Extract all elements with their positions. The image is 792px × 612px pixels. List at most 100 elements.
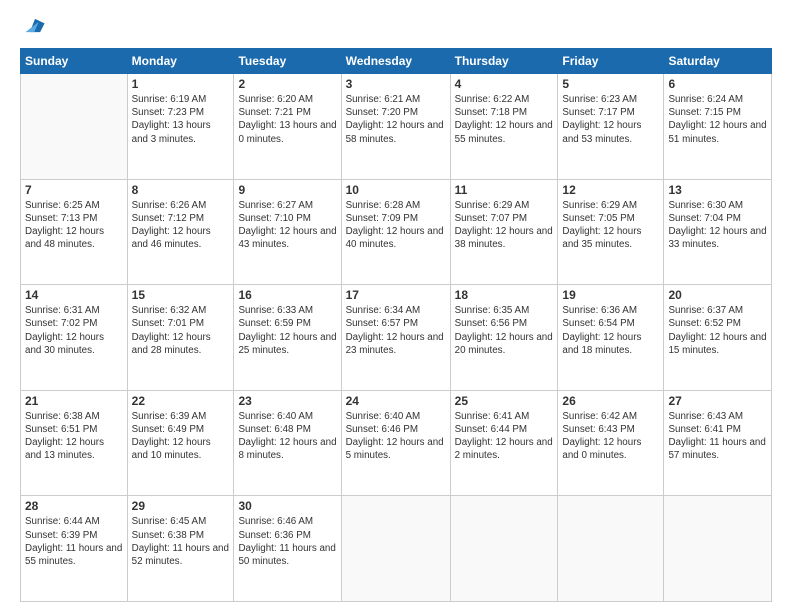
day-number: 1: [132, 77, 230, 91]
day-info: Sunrise: 6:24 AMSunset: 7:15 PMDaylight:…: [668, 93, 767, 146]
day-info: Sunrise: 6:40 AMSunset: 6:48 PMDaylight:…: [238, 410, 336, 463]
day-info: Sunrise: 6:28 AMSunset: 7:09 PMDaylight:…: [346, 199, 446, 252]
page: SundayMondayTuesdayWednesdayThursdayFrid…: [0, 0, 792, 612]
calendar-cell: 20 Sunrise: 6:37 AMSunset: 6:52 PMDayligh…: [664, 285, 772, 391]
calendar-cell: 25Sunrise: 6:41 AMSunset: 6:44 PMDayligh…: [450, 390, 558, 496]
weekday-sunday: Sunday: [21, 49, 128, 74]
weekday-tuesday: Tuesday: [234, 49, 341, 74]
day-info: Sunrise: 6:21 AMSunset: 7:20 PMDaylight:…: [346, 93, 446, 146]
day-number: 16: [238, 288, 336, 302]
day-number: 9: [238, 183, 336, 197]
calendar-cell: 27 Sunrise: 6:43 AMSunset: 6:41 PMDayligh…: [664, 390, 772, 496]
calendar-cell: 14 Sunrise: 6:31 AMSunset: 7:02 PMDayligh…: [21, 285, 128, 391]
day-info: Sunrise: 6:31 AMSunset: 7:02 PMDaylight:…: [25, 304, 123, 357]
day-info: Sunrise: 6:30 AMSunset: 7:04 PMDaylight:…: [668, 199, 767, 252]
day-info: Sunrise: 6:35 AMSunset: 6:56 PMDaylight:…: [455, 304, 554, 357]
day-number: 15: [132, 288, 230, 302]
day-info: Sunrise: 6:29 AMSunset: 7:07 PMDaylight:…: [455, 199, 554, 252]
calendar-week-4: 21 Sunrise: 6:38 AMSunset: 6:51 PMDayligh…: [21, 390, 772, 496]
day-number: 22: [132, 394, 230, 408]
calendar-cell: 2 Sunrise: 6:20 AMSunset: 7:21 PMDaylight…: [234, 74, 341, 180]
calendar-week-5: 28 Sunrise: 6:44 AMSunset: 6:39 PMDayligh…: [21, 496, 772, 602]
calendar-cell: 6 Sunrise: 6:24 AMSunset: 7:15 PMDaylight…: [664, 74, 772, 180]
calendar-cell: [21, 74, 128, 180]
day-info: Sunrise: 6:33 AMSunset: 6:59 PMDaylight:…: [238, 304, 336, 357]
calendar-cell: 11 Sunrise: 6:29 AMSunset: 7:07 PMDayligh…: [450, 179, 558, 285]
calendar-cell: 15Sunrise: 6:32 AMSunset: 7:01 PMDayligh…: [127, 285, 234, 391]
weekday-thursday: Thursday: [450, 49, 558, 74]
calendar-week-1: 1 Sunrise: 6:19 AMSunset: 7:23 PMDaylight…: [21, 74, 772, 180]
day-number: 20: [668, 288, 767, 302]
day-number: 13: [668, 183, 767, 197]
calendar-table: SundayMondayTuesdayWednesdayThursdayFrid…: [20, 48, 772, 602]
logo-icon: [24, 16, 46, 38]
day-info: Sunrise: 6:40 AMSunset: 6:46 PMDaylight:…: [346, 410, 446, 463]
calendar-cell: 26 Sunrise: 6:42 AMSunset: 6:43 PMDayligh…: [558, 390, 664, 496]
calendar-cell: 3 Sunrise: 6:21 AMSunset: 7:20 PMDaylight…: [341, 74, 450, 180]
day-number: 27: [668, 394, 767, 408]
day-info: Sunrise: 6:23 AMSunset: 7:17 PMDaylight:…: [562, 93, 659, 146]
day-info: Sunrise: 6:27 AMSunset: 7:10 PMDaylight:…: [238, 199, 336, 252]
calendar-cell: 24Sunrise: 6:40 AMSunset: 6:46 PMDayligh…: [341, 390, 450, 496]
calendar-cell: [450, 496, 558, 602]
day-number: 7: [25, 183, 123, 197]
calendar-cell: 7 Sunrise: 6:25 AMSunset: 7:13 PMDaylight…: [21, 179, 128, 285]
weekday-saturday: Saturday: [664, 49, 772, 74]
day-number: 5: [562, 77, 659, 91]
day-info: Sunrise: 6:39 AMSunset: 6:49 PMDaylight:…: [132, 410, 230, 463]
weekday-wednesday: Wednesday: [341, 49, 450, 74]
day-number: 14: [25, 288, 123, 302]
day-number: 10: [346, 183, 446, 197]
day-number: 21: [25, 394, 123, 408]
calendar-week-3: 14 Sunrise: 6:31 AMSunset: 7:02 PMDayligh…: [21, 285, 772, 391]
day-info: Sunrise: 6:44 AMSunset: 6:39 PMDaylight:…: [25, 515, 123, 568]
calendar-cell: 4 Sunrise: 6:22 AMSunset: 7:18 PMDaylight…: [450, 74, 558, 180]
calendar-cell: 13 Sunrise: 6:30 AMSunset: 7:04 PMDayligh…: [664, 179, 772, 285]
day-number: 28: [25, 499, 123, 513]
calendar-cell: 1 Sunrise: 6:19 AMSunset: 7:23 PMDaylight…: [127, 74, 234, 180]
day-number: 23: [238, 394, 336, 408]
day-info: Sunrise: 6:45 AMSunset: 6:38 PMDaylight:…: [132, 515, 230, 568]
day-number: 6: [668, 77, 767, 91]
day-info: Sunrise: 6:37 AMSunset: 6:52 PMDaylight:…: [668, 304, 767, 357]
day-info: Sunrise: 6:42 AMSunset: 6:43 PMDaylight:…: [562, 410, 659, 463]
calendar-cell: 5 Sunrise: 6:23 AMSunset: 7:17 PMDaylight…: [558, 74, 664, 180]
header: [20, 18, 772, 38]
calendar-cell: 8 Sunrise: 6:26 AMSunset: 7:12 PMDaylight…: [127, 179, 234, 285]
calendar-cell: 9 Sunrise: 6:27 AMSunset: 7:10 PMDaylight…: [234, 179, 341, 285]
calendar-cell: 10 Sunrise: 6:28 AMSunset: 7:09 PMDayligh…: [341, 179, 450, 285]
day-number: 30: [238, 499, 336, 513]
calendar-cell: 12 Sunrise: 6:29 AMSunset: 7:05 PMDayligh…: [558, 179, 664, 285]
day-number: 12: [562, 183, 659, 197]
calendar-cell: [664, 496, 772, 602]
weekday-header-row: SundayMondayTuesdayWednesdayThursdayFrid…: [21, 49, 772, 74]
day-number: 29: [132, 499, 230, 513]
day-number: 2: [238, 77, 336, 91]
day-info: Sunrise: 6:43 AMSunset: 6:41 PMDaylight:…: [668, 410, 767, 463]
day-info: Sunrise: 6:36 AMSunset: 6:54 PMDaylight:…: [562, 304, 659, 357]
day-info: Sunrise: 6:38 AMSunset: 6:51 PMDaylight:…: [25, 410, 123, 463]
calendar-cell: 28 Sunrise: 6:44 AMSunset: 6:39 PMDayligh…: [21, 496, 128, 602]
day-number: 8: [132, 183, 230, 197]
calendar-cell: 16 Sunrise: 6:33 AMSunset: 6:59 PMDayligh…: [234, 285, 341, 391]
day-info: Sunrise: 6:22 AMSunset: 7:18 PMDaylight:…: [455, 93, 554, 146]
weekday-friday: Friday: [558, 49, 664, 74]
calendar-cell: 29 Sunrise: 6:45 AMSunset: 6:38 PMDayligh…: [127, 496, 234, 602]
day-number: 18: [455, 288, 554, 302]
day-number: 17: [346, 288, 446, 302]
calendar-cell: 23 Sunrise: 6:40 AMSunset: 6:48 PMDayligh…: [234, 390, 341, 496]
day-info: Sunrise: 6:20 AMSunset: 7:21 PMDaylight:…: [238, 93, 336, 146]
day-info: Sunrise: 6:26 AMSunset: 7:12 PMDaylight:…: [132, 199, 230, 252]
day-info: Sunrise: 6:25 AMSunset: 7:13 PMDaylight:…: [25, 199, 123, 252]
day-info: Sunrise: 6:46 AMSunset: 6:36 PMDaylight:…: [238, 515, 336, 568]
day-number: 11: [455, 183, 554, 197]
day-info: Sunrise: 6:29 AMSunset: 7:05 PMDaylight:…: [562, 199, 659, 252]
calendar-cell: [558, 496, 664, 602]
day-number: 26: [562, 394, 659, 408]
day-number: 4: [455, 77, 554, 91]
day-number: 3: [346, 77, 446, 91]
calendar-cell: [341, 496, 450, 602]
logo: [20, 18, 46, 38]
calendar-cell: 19Sunrise: 6:36 AMSunset: 6:54 PMDayligh…: [558, 285, 664, 391]
day-info: Sunrise: 6:19 AMSunset: 7:23 PMDaylight:…: [132, 93, 230, 146]
